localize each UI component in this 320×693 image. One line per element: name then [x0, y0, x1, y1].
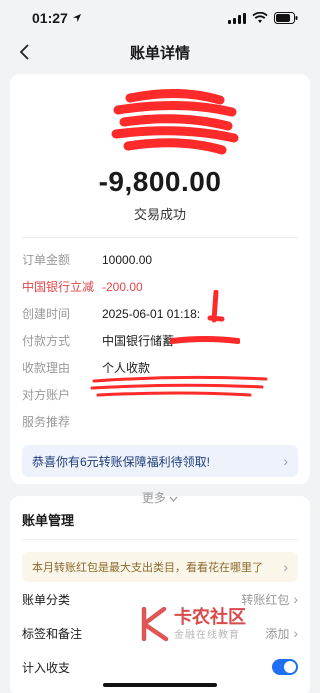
divider — [22, 237, 298, 238]
promo-banner[interactable]: 恭喜你有6元转账保障福利待领取! › — [22, 445, 298, 477]
row-value-wrap: 转账红包 › — [241, 591, 298, 608]
detail-row-payment-method: 付款方式 中国银行储蓄 — [10, 327, 310, 354]
detail-row-reason: 收款理由 个人收款 — [10, 354, 310, 381]
detail-value: 2025-06-01 01:18: — [102, 306, 201, 321]
chevron-down-icon — [169, 496, 178, 502]
chevron-right-icon: › — [283, 453, 288, 469]
transaction-amount: -9,800.00 — [98, 166, 222, 197]
count-in-budget-toggle[interactable] — [272, 659, 298, 675]
divider — [22, 539, 298, 540]
detail-label: 创建时间 — [22, 307, 71, 321]
detail-value: 个人收款 — [102, 361, 151, 375]
row-value-wrap: 添加 › — [265, 625, 298, 642]
row-label: 账单分类 — [22, 592, 71, 607]
clock: 01:27 — [32, 10, 68, 26]
home-indicator — [103, 683, 217, 687]
transaction-status: 交易成功 — [133, 207, 186, 222]
bill-summary-card: -9,800.00 交易成功 订单金额 10000.00 中国银行立减 -200… — [10, 74, 310, 505]
detail-label: 付款方式 — [22, 334, 71, 348]
row-label: 计入收支 — [22, 660, 71, 675]
more-button[interactable]: 更多 — [10, 489, 310, 506]
detail-value: 10000.00 — [102, 252, 153, 267]
chevron-left-icon — [19, 44, 29, 60]
signal-icon — [228, 12, 246, 24]
row-label: 标签和备注 — [22, 626, 83, 641]
page-title: 账单详情 — [129, 44, 190, 62]
chevron-right-icon: › — [293, 591, 298, 607]
redaction-scribble — [111, 89, 239, 155]
bill-category-row[interactable]: 账单分类 转账红包 › — [10, 582, 310, 616]
promo-text: 恭喜你有6元转账保障福利待领取! — [32, 454, 211, 469]
detail-row-service: 服务推荐 — [10, 408, 310, 435]
row-value: 添加 — [265, 626, 290, 641]
detail-label: 对方账户 — [22, 388, 71, 402]
status-left: 01:27 — [32, 10, 82, 26]
detail-value: 中国银行储蓄 — [102, 334, 175, 348]
detail-label: 收款理由 — [22, 361, 71, 375]
row-value: 转账红包 — [241, 592, 290, 607]
detail-label: 中国银行立减 — [22, 280, 95, 294]
detail-row-created-time: 创建时间 2025-06-01 01:18: — [10, 290, 310, 327]
tags-notes-row[interactable]: 标签和备注 添加 › — [10, 616, 310, 650]
chevron-right-icon: › — [283, 559, 288, 575]
back-button[interactable] — [10, 38, 38, 66]
location-arrow-icon — [72, 14, 81, 22]
detail-label: 订单金额 — [22, 253, 71, 267]
redaction-scribble — [170, 336, 240, 344]
spending-tip-banner[interactable]: 本月转账红包是最大支出类目，看看花在哪里了 › — [22, 552, 298, 582]
detail-label: 服务推荐 — [22, 415, 71, 429]
detail-list: 订单金额 10000.00 中国银行立减 -200.00 创建时间 2025-0… — [10, 246, 310, 435]
nav-bar: 账单详情 — [0, 36, 320, 68]
status-bar: 01:27 — [0, 0, 320, 36]
detail-value: -200.00 — [102, 279, 143, 294]
more-label: 更多 — [141, 491, 166, 505]
detail-row-counterparty: 对方账户 — [10, 375, 310, 408]
tip-text: 本月转账红包是最大支出类目，看看花在哪里了 — [32, 562, 263, 574]
detail-row-order-amount: 订单金额 10000.00 — [10, 246, 310, 273]
count-in-budget-row: 计入收支 — [10, 650, 310, 684]
battery-icon — [274, 12, 298, 24]
chevron-right-icon: › — [293, 625, 298, 641]
wifi-icon — [252, 12, 268, 23]
detail-row-bank-discount: 中国银行立减 -200.00 — [10, 273, 310, 300]
bill-management-card: 账单管理 本月转账红包是最大支出类目，看看花在哪里了 › 账单分类 转账红包 ›… — [10, 496, 310, 693]
status-right — [228, 12, 298, 24]
